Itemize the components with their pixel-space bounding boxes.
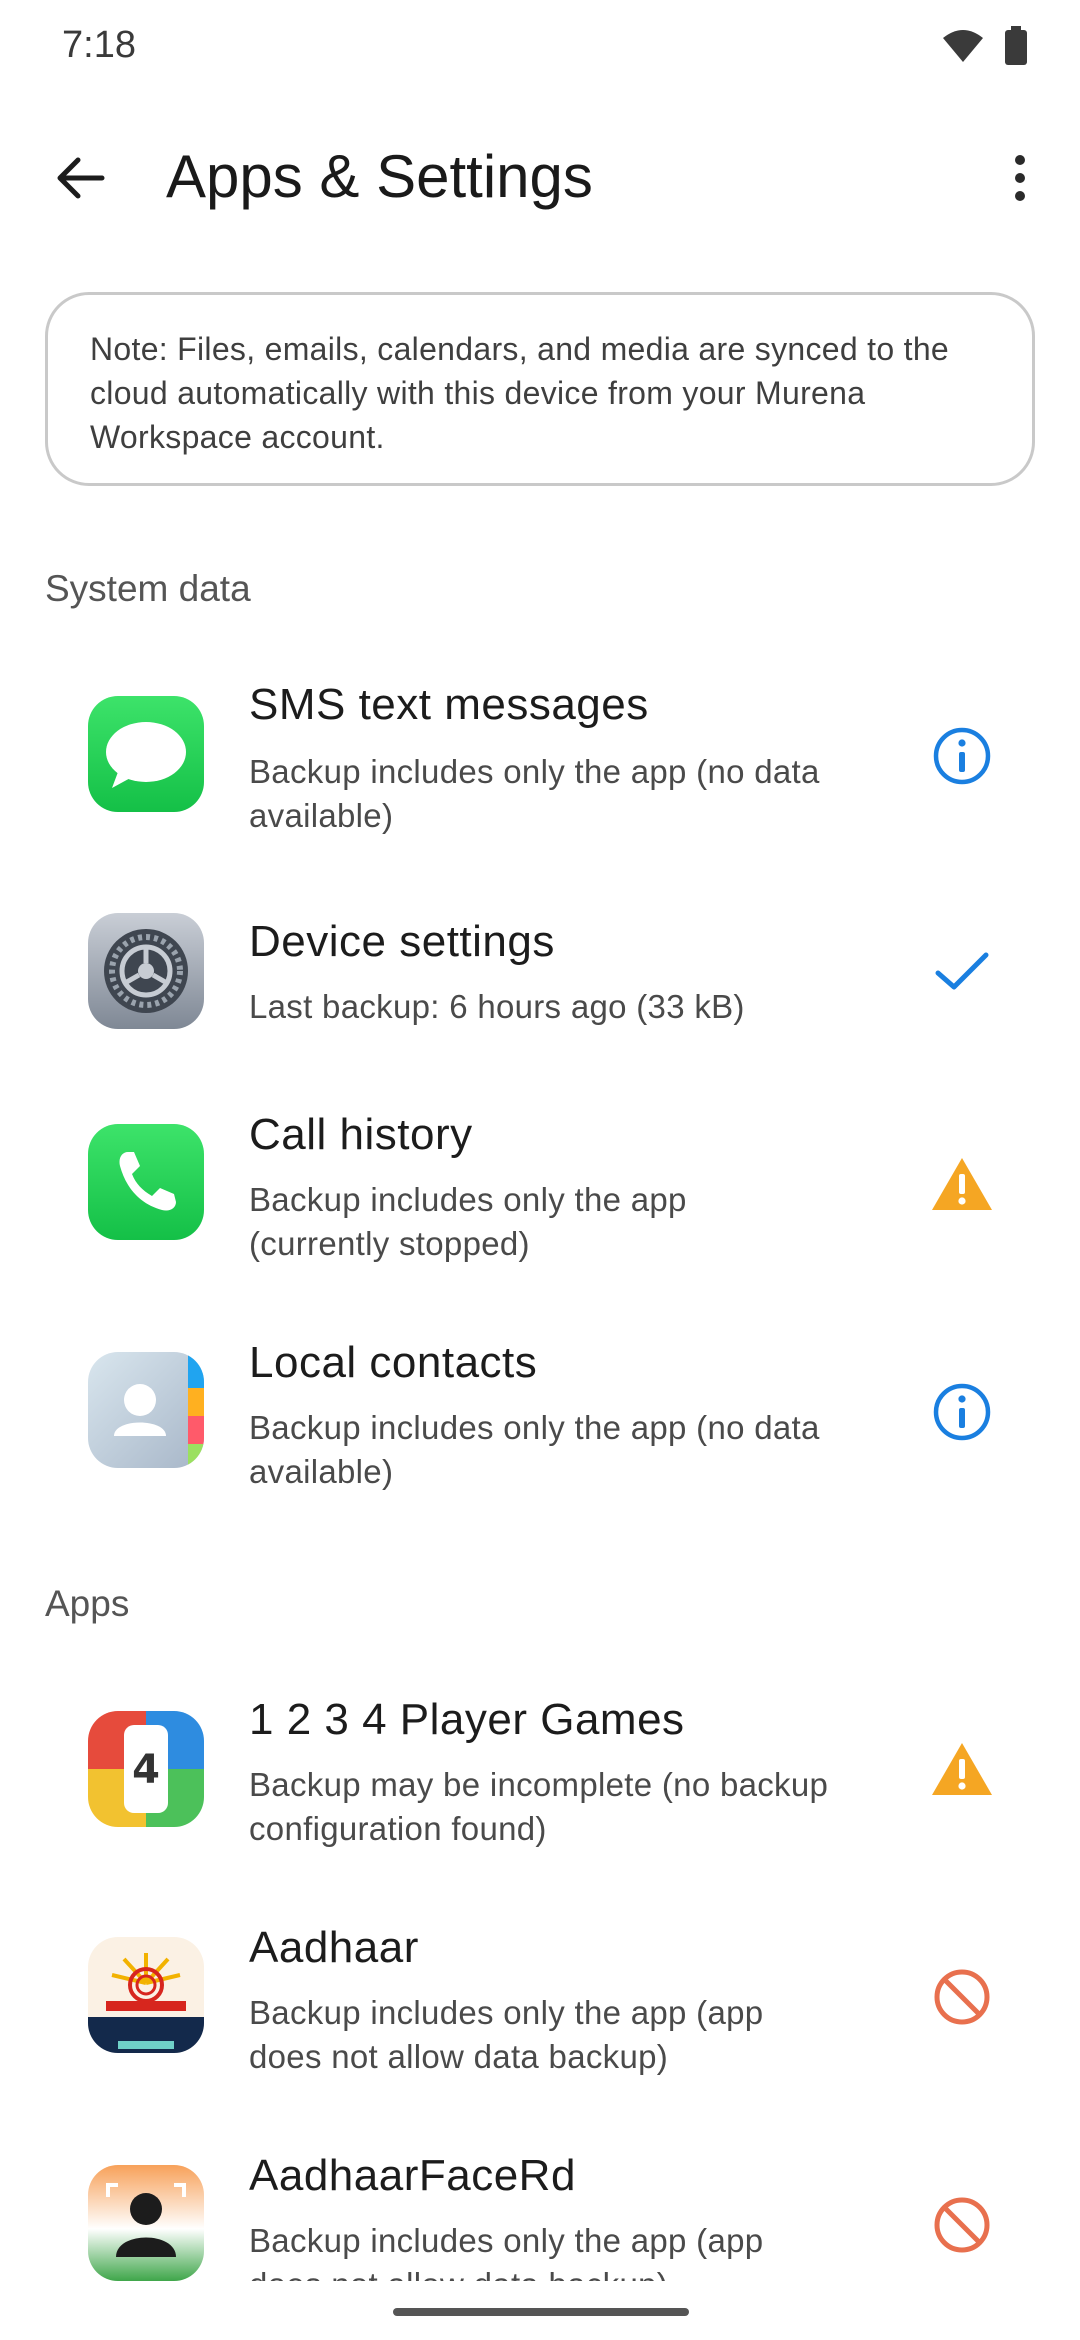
sync-note: Note: Files, emails, calendars, and medi…: [45, 292, 1035, 486]
item-title: 1 2 3 4 Player Games: [249, 1695, 685, 1744]
list-item-player-games[interactable]: 4 1 2 3 4 Player Games Backup may be inc…: [0, 1695, 1080, 1895]
aadhaar-face-rd-app-icon: [88, 2165, 204, 2281]
list-item-call-history[interactable]: Call history Backup includes only the ap…: [0, 1110, 1080, 1310]
info-icon[interactable]: [920, 714, 1004, 798]
item-title: Local contacts: [249, 1338, 538, 1387]
section-header-apps: Apps: [45, 1583, 130, 1624]
list-item-aadhaar[interactable]: Aadhaar Backup includes only the app (ap…: [0, 1923, 1080, 2123]
item-title: Aadhaar: [249, 1923, 419, 1972]
messages-app-icon: [88, 696, 204, 812]
aadhaar-app-icon: [88, 1937, 204, 2053]
section-header-system-data: System data: [45, 568, 251, 609]
item-subtitle: Backup includes only the app (no data av…: [249, 1409, 820, 1490]
item-subtitle: Backup includes only the app (app does n…: [249, 2222, 764, 2281]
svg-text:4: 4: [132, 1747, 160, 1793]
item-title: SMS text messages: [249, 680, 649, 729]
item-title: AadhaarFaceRd: [249, 2151, 576, 2200]
item-title: Device settings: [249, 917, 555, 966]
more-options-button[interactable]: [984, 138, 1056, 218]
blocked-icon[interactable]: [920, 1955, 1004, 2039]
phone-app-icon: [88, 1124, 204, 1240]
battery-icon: [1004, 26, 1028, 71]
player-games-app-icon: 4: [88, 1711, 204, 1827]
status-bar: 7:18: [0, 0, 1080, 96]
list-item-device-settings[interactable]: Device settings Last backup: 6 hours ago…: [0, 905, 1080, 1105]
blocked-icon[interactable]: [920, 2183, 1004, 2267]
item-subtitle: Backup includes only the app (app does n…: [249, 1994, 764, 2075]
warning-icon[interactable]: [920, 1727, 1004, 1811]
contacts-app-icon: [88, 1352, 204, 1468]
item-subtitle: Last backup: 6 hours ago (33 kB): [249, 988, 745, 1025]
item-subtitle: Backup includes only the app (no data av…: [249, 753, 820, 834]
item-subtitle: Backup may be incomplete (no backup conf…: [249, 1766, 829, 1847]
list-item-local-contacts[interactable]: Local contacts Backup includes only the …: [0, 1338, 1080, 1538]
settings-app-icon: [88, 913, 204, 1029]
item-subtitle: Backup includes only the app (currently …: [249, 1181, 687, 1262]
info-icon[interactable]: [920, 1370, 1004, 1454]
list-item-aadhaar-face-rd[interactable]: AadhaarFaceRd Backup includes only the a…: [0, 2151, 1080, 2281]
back-button[interactable]: [40, 138, 120, 218]
page-title: Apps & Settings: [166, 143, 593, 210]
gesture-nav-handle[interactable]: [393, 2308, 689, 2316]
check-icon[interactable]: [920, 929, 1004, 1013]
more-vert-icon: [1015, 155, 1025, 201]
list-item-sms[interactable]: SMS text messages Backup includes only t…: [0, 670, 1080, 870]
app-bar: Apps & Settings: [0, 110, 1080, 240]
warning-icon[interactable]: [920, 1142, 1004, 1226]
status-time: 7:18: [62, 24, 136, 66]
wifi-icon: [942, 28, 984, 69]
item-title: Call history: [249, 1110, 473, 1159]
arrow-back-icon: [57, 157, 105, 199]
